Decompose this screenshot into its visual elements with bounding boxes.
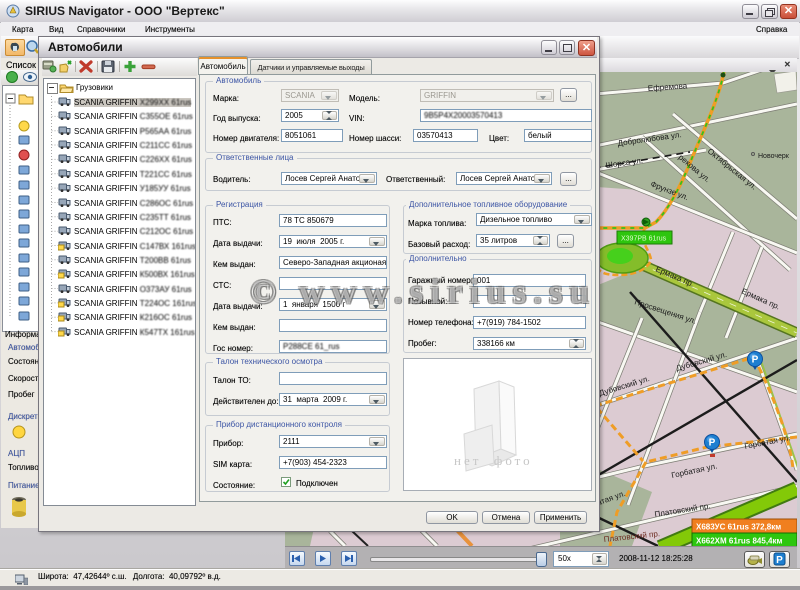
svg-text:Х683УС 61rus 372,8км: Х683УС 61rus 372,8км	[696, 523, 781, 532]
svg-text:P: P	[709, 438, 716, 449]
svg-text:Х662ХМ 61rus 845,4км: Х662ХМ 61rus 845,4км	[696, 537, 783, 546]
svg-text:P: P	[752, 355, 759, 366]
svg-text:нет фото: нет фото	[454, 453, 533, 468]
svg-text:P: P	[776, 555, 783, 566]
svg-text:Х397РВ 61rus: Х397РВ 61rus	[621, 236, 667, 243]
svg-text:Новочерк: Новочерк	[758, 153, 790, 160]
